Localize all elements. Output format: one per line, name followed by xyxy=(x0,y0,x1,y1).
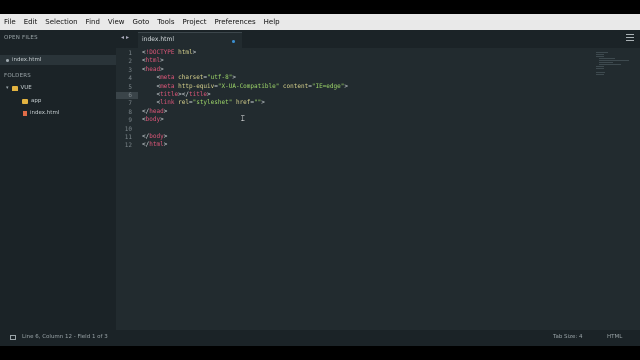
menu-goto[interactable]: Goto xyxy=(129,14,154,30)
open-file-item[interactable]: index.html xyxy=(6,57,41,63)
cursor-position: Line 6, Column 12 - Field 1 of 3 xyxy=(22,334,108,340)
letterbox-top xyxy=(0,0,640,14)
line-number: 3 xyxy=(128,66,132,74)
line-number: 10 xyxy=(124,125,132,133)
open-file-label: index.html xyxy=(12,57,42,63)
line-number: 2 xyxy=(128,58,132,66)
folder-vue-label: VUE xyxy=(20,85,32,91)
menu-edit[interactable]: Edit xyxy=(20,14,42,30)
menu-find[interactable]: Find xyxy=(82,14,104,30)
tab-size[interactable]: Tab Size: 4 xyxy=(553,334,582,340)
menu-icon[interactable] xyxy=(626,34,634,42)
minimap-line xyxy=(599,64,621,65)
code-line[interactable]: <html> xyxy=(142,57,164,65)
menu-view[interactable]: View xyxy=(104,14,129,30)
minimap-line xyxy=(596,72,605,73)
line-number: 1 xyxy=(128,50,132,57)
minimap-line xyxy=(596,68,604,69)
line-number: 11 xyxy=(124,134,132,141)
code-line[interactable]: <body> xyxy=(142,116,164,124)
chevron-down-icon: ▾ xyxy=(6,85,9,91)
tab-label: index.html xyxy=(142,36,174,43)
folder-icon xyxy=(22,98,28,104)
tab-index-html[interactable]: index.html xyxy=(138,32,242,49)
letterbox-bottom xyxy=(0,346,640,360)
minimap[interactable] xyxy=(592,48,640,88)
line-number: 12 xyxy=(124,142,132,150)
code-line[interactable]: </html> xyxy=(142,141,167,149)
menu-selection[interactable]: Selection xyxy=(41,14,81,30)
sublime-text-window: File Edit Selection Find View Goto Tools Projec… xyxy=(0,14,640,346)
panel-toggle-icon[interactable] xyxy=(10,335,16,340)
minimap-line xyxy=(599,60,629,61)
code-line[interactable]: <head> xyxy=(142,66,164,74)
minimap-line xyxy=(596,56,604,57)
open-file-dot-icon xyxy=(6,58,9,62)
current-line-highlight xyxy=(116,92,138,99)
line-number: 9 xyxy=(128,117,132,125)
code-line[interactable]: <link rel="styleshet" href=""> xyxy=(142,99,264,107)
minimap-line xyxy=(599,58,615,59)
menu-help[interactable]: Help xyxy=(260,14,284,30)
tab-bar: ◂▸ index.html xyxy=(116,30,640,49)
minimap-line xyxy=(599,62,613,63)
file-index-html-label: index.html xyxy=(30,110,60,116)
sidebar: OPEN FILES index.html FOLDERS ▾ VUE app … xyxy=(0,30,116,330)
folders-heading: FOLDERS xyxy=(4,73,31,79)
folder-app[interactable]: app xyxy=(22,98,41,104)
menu-bar: File Edit Selection Find View Goto Tools Projec… xyxy=(0,14,640,30)
line-number: 8 xyxy=(128,108,132,116)
tab-nav-arrows-icon[interactable]: ◂▸ xyxy=(121,34,131,41)
code-line[interactable]: </body> xyxy=(142,133,167,141)
file-index-html[interactable]: index.html xyxy=(23,110,59,116)
folder-vue[interactable]: ▾ VUE xyxy=(6,85,32,91)
text-cursor-icon: 𝙸 xyxy=(240,114,246,123)
syntax-mode[interactable]: HTML xyxy=(607,334,622,340)
minimap-line xyxy=(596,54,604,55)
minimap-line xyxy=(596,52,608,53)
code-line[interactable]: <meta charset="utf-8"> xyxy=(142,74,236,82)
line-number: 6 xyxy=(128,92,132,99)
line-number: 4 xyxy=(128,75,132,83)
minimap-line xyxy=(596,66,604,67)
line-number: 7 xyxy=(128,100,132,108)
code-line[interactable]: <!DOCTYPE html> xyxy=(142,49,196,57)
code-line[interactable]: <title></title> xyxy=(142,91,210,99)
code-editor[interactable]: 1 2 3 4 5 6 7 8 9 10 11 12 <!DOCTYPE html> <html> <he… xyxy=(116,48,640,330)
unsaved-dot-icon[interactable] xyxy=(232,40,235,43)
code-line[interactable]: </head> xyxy=(142,108,167,116)
line-number-gutter: 1 2 3 4 5 6 7 8 9 10 11 12 xyxy=(116,48,138,330)
folder-app-label: app xyxy=(31,98,42,104)
menu-project[interactable]: Project xyxy=(179,14,211,30)
open-files-heading: OPEN FILES xyxy=(4,35,38,41)
minimap-line xyxy=(596,74,604,75)
menu-file[interactable]: File xyxy=(0,14,20,30)
status-bar: Line 6, Column 12 - Field 1 of 3 Tab Siz… xyxy=(0,330,640,346)
code-line[interactable]: <meta http-equiv="X-UA-Compatible" conte… xyxy=(142,83,348,91)
folder-open-icon xyxy=(11,85,18,91)
menu-tools[interactable]: Tools xyxy=(153,14,178,30)
menu-preferences[interactable]: Preferences xyxy=(210,14,259,30)
line-number: 5 xyxy=(128,83,132,91)
html-file-icon xyxy=(23,110,27,116)
